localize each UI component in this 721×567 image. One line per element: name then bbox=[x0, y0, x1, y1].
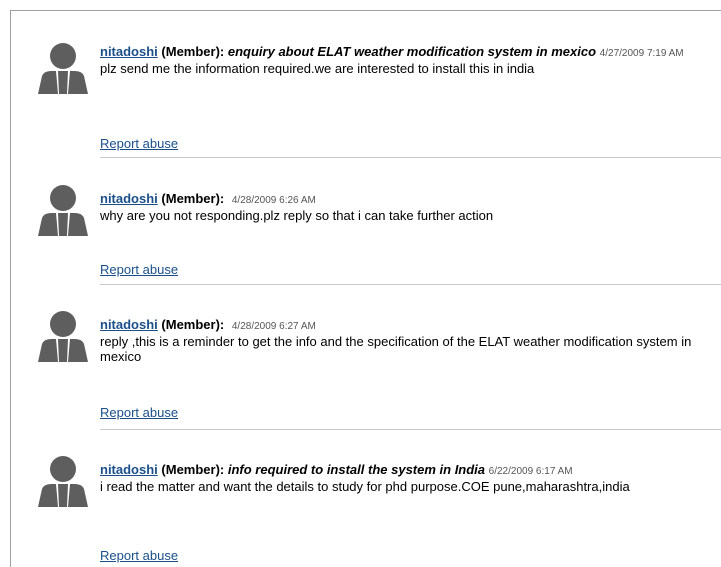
comment-author-link[interactable]: nitadoshi bbox=[100, 462, 158, 477]
comment-subject: info required to install the system in I… bbox=[227, 462, 486, 477]
avatar-icon bbox=[38, 185, 88, 236]
report-abuse-link[interactable]: Report abuse bbox=[100, 405, 178, 420]
comment-item: nitadoshi (Member): enquiry about ELAT w… bbox=[11, 11, 721, 158]
comment-text: reply ,this is a reminder to get the inf… bbox=[100, 334, 692, 364]
comment-author-role: (Member): bbox=[161, 44, 225, 59]
comment-author-role: (Member): bbox=[161, 191, 225, 206]
comment-date: 6/22/2009 6:17 AM bbox=[488, 466, 573, 477]
comment-author-link[interactable]: nitadoshi bbox=[100, 44, 158, 59]
comment-author-role: (Member): bbox=[161, 462, 225, 477]
report-abuse-link[interactable]: Report abuse bbox=[100, 136, 178, 151]
comment-date: 4/28/2009 6:26 AM bbox=[231, 195, 316, 206]
comment-text: why are you not responding.plz reply so … bbox=[100, 208, 494, 223]
comment-item: nitadoshi (Member): 4/28/2009 6:26 AM wh… bbox=[11, 158, 721, 285]
comment-item: nitadoshi (Member): 4/28/2009 6:27 AM re… bbox=[11, 285, 721, 430]
comment-subject: enquiry about ELAT weather modification … bbox=[227, 44, 597, 59]
avatar-icon bbox=[38, 311, 88, 362]
comment-author-link[interactable]: nitadoshi bbox=[100, 191, 158, 206]
comment-text: i read the matter and want the details t… bbox=[100, 479, 630, 494]
comment-date: 4/28/2009 6:27 AM bbox=[231, 321, 316, 332]
report-abuse-link[interactable]: Report abuse bbox=[100, 548, 178, 563]
comment-author-link[interactable]: nitadoshi bbox=[100, 317, 158, 332]
comment-item: nitadoshi (Member): info required to ins… bbox=[11, 430, 721, 567]
report-abuse-link[interactable]: Report abuse bbox=[100, 262, 178, 277]
comment-text: plz send me the information required.we … bbox=[100, 61, 535, 76]
comment-date: 4/27/2009 7:19 AM bbox=[599, 48, 684, 59]
comment-author-role: (Member): bbox=[161, 317, 225, 332]
avatar-icon bbox=[38, 43, 88, 94]
avatar-icon bbox=[38, 456, 88, 507]
